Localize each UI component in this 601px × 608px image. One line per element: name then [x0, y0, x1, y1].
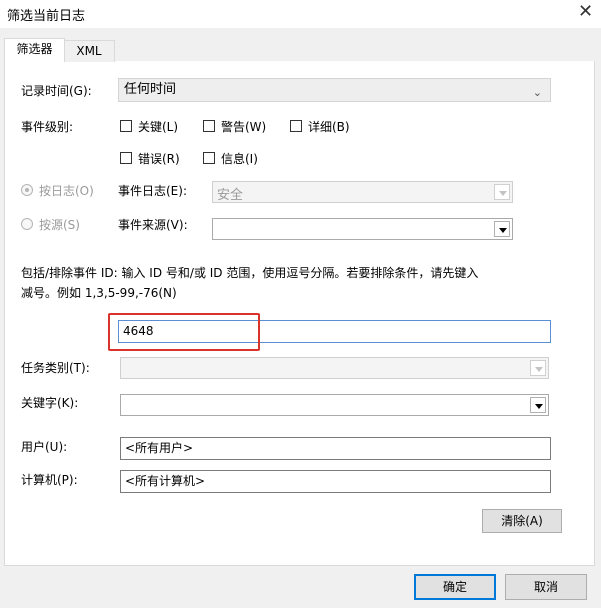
task-category-select[interactable]	[120, 357, 549, 379]
tab-filter[interactable]: 筛选器	[4, 38, 65, 62]
verbose-label: 详细(B)	[308, 120, 350, 134]
ok-button[interactable]: 确定	[414, 574, 496, 600]
task-category-label: 任务类别(T):	[21, 361, 90, 375]
cancel-button[interactable]: 取消	[505, 574, 587, 600]
highlight-box	[108, 313, 260, 351]
window-title: 筛选当前日志	[7, 9, 86, 24]
close-icon[interactable]: ✕	[578, 2, 593, 22]
event-id-description-line2: 减号。例如 1,3,5-99,-76(N)	[21, 286, 177, 300]
tab-xml[interactable]: XML	[63, 40, 115, 62]
error-checkbox[interactable]	[120, 152, 132, 164]
event-log-value: 安全	[217, 188, 244, 203]
user-label: 用户(U):	[21, 440, 68, 454]
logged-select[interactable]: 任何时间 ⌄	[118, 78, 551, 102]
computer-input[interactable]: <所有计算机>	[120, 470, 551, 493]
by-log-radio[interactable]	[21, 184, 33, 196]
by-log-label: 按日志(O)	[39, 184, 94, 198]
dropdown-arrow-icon	[494, 184, 510, 200]
dropdown-arrow-icon	[530, 360, 546, 376]
dropdown-arrow-icon	[494, 221, 510, 237]
by-source-label: 按源(S)	[39, 218, 80, 232]
keywords-label: 关键字(K):	[21, 396, 79, 410]
information-label: 信息(I)	[221, 152, 258, 166]
title-bar	[0, 0, 601, 28]
critical-label: 关键(L)	[138, 120, 179, 134]
information-checkbox[interactable]	[203, 152, 215, 164]
by-source-radio[interactable]	[21, 218, 33, 230]
dropdown-arrow-icon	[530, 397, 546, 413]
keywords-select[interactable]	[120, 394, 549, 416]
logged-select-value: 任何时间	[124, 82, 177, 97]
event-log-label: 事件日志(E):	[118, 184, 187, 198]
chevron-down-icon: ⌄	[532, 86, 542, 99]
warning-checkbox[interactable]	[203, 120, 215, 132]
error-label: 错误(R)	[138, 152, 180, 166]
warning-label: 警告(W)	[221, 120, 267, 134]
event-source-select[interactable]	[212, 218, 513, 240]
computer-label: 计算机(P):	[21, 473, 78, 487]
event-level-label: 事件级别:	[21, 120, 74, 134]
user-input[interactable]: <所有用户>	[120, 437, 551, 460]
event-id-description-line1: 包括/排除事件 ID: 输入 ID 号和/或 ID 范围，使用逗号分隔。若要排除…	[21, 266, 479, 280]
critical-checkbox[interactable]	[120, 120, 132, 132]
verbose-checkbox[interactable]	[290, 120, 302, 132]
event-source-label: 事件来源(V):	[118, 218, 188, 232]
event-log-select[interactable]: 安全	[212, 181, 513, 203]
clear-button[interactable]: 清除(A)	[482, 509, 562, 533]
logged-label: 记录时间(G):	[21, 84, 92, 98]
